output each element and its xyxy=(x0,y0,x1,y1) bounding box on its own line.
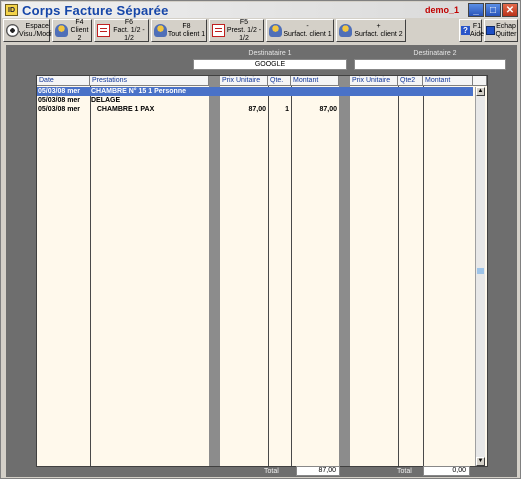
total-1-value: 87,00 xyxy=(296,466,340,476)
cell-prestation: CHAMBRE N° 15 1 Personne xyxy=(91,88,186,95)
app-icon: ID xyxy=(5,4,18,16)
destinataire-2-label: Destinataire 2 xyxy=(413,50,457,57)
close-icon: ✕ xyxy=(505,4,515,16)
button-label-key: + xyxy=(376,22,381,30)
button-label-key: - xyxy=(306,22,309,30)
button-label-key: F4 xyxy=(75,18,84,26)
help-button[interactable]: ? F1 Aide xyxy=(459,19,485,42)
invoice-panel: Destinataire 1 GOOGLE Destinataire 2 Dat… xyxy=(6,45,517,477)
cell-date: 05/03/08 mer xyxy=(38,88,81,95)
surfact-client-2-button[interactable]: + Surfact. client 2 xyxy=(336,19,406,42)
column-header-filler xyxy=(473,76,487,86)
column-header-montant[interactable]: Montant xyxy=(291,76,339,86)
button-label-key: Espace xyxy=(25,22,49,30)
vertical-scrollbar[interactable]: ▲ ▼ xyxy=(475,87,485,466)
total-1-label: Total xyxy=(264,468,279,475)
button-label-text: Aide xyxy=(470,30,485,38)
help-icon: ? xyxy=(461,26,470,35)
scroll-thumb[interactable] xyxy=(477,268,484,274)
person-icon xyxy=(269,24,282,37)
button-label-text: Prest. 1/2 - 1/2 xyxy=(226,26,262,42)
column-divider xyxy=(268,86,269,466)
prest-half-button[interactable]: F5 Prest. 1/2 - 1/2 xyxy=(209,19,264,42)
column-divider xyxy=(90,86,91,466)
espace-visu-modif-button[interactable]: Espace Visu./Modif. xyxy=(3,19,55,42)
minimize-button[interactable]: _ xyxy=(468,3,484,17)
tout-client-1-button[interactable]: F8 Tout client 1 xyxy=(151,19,207,42)
cell-prix: 87,00 xyxy=(248,106,266,113)
cell-prestation: CHAMBRE 1 PAX xyxy=(91,106,155,113)
scroll-up-button[interactable]: ▲ xyxy=(476,87,485,96)
button-label-text: Surfact. client 2 xyxy=(354,30,403,38)
close-button[interactable]: ✕ xyxy=(502,3,518,17)
cell-prestation: DELAGE xyxy=(91,97,121,104)
column-header-montant-2[interactable]: Montant xyxy=(423,76,473,86)
table-row[interactable]: 05/03/08 mer CHAMBRE N° 15 1 Personne xyxy=(37,87,473,96)
scroll-down-button[interactable]: ▼ xyxy=(476,457,485,466)
button-label-text: Fact. 1/2 - 1/2 xyxy=(113,26,145,42)
button-label-text: Visu./Modif. xyxy=(19,30,56,38)
total-2-value: 0,00 xyxy=(423,466,470,476)
button-label-key: F8 xyxy=(182,22,191,30)
destinataire-1-label: Destinataire 1 xyxy=(248,50,292,57)
current-user: demo_1 xyxy=(424,5,459,15)
button-label-key: F6 xyxy=(124,18,134,26)
button-label-text: Surfact. client 1 xyxy=(283,30,332,38)
column-header-qte[interactable]: Qte. xyxy=(268,76,291,86)
button-label-text: Quitter xyxy=(495,30,517,38)
destinataire-2-field[interactable] xyxy=(354,59,506,70)
cell-date: 05/03/08 mer xyxy=(38,106,81,113)
maximize-button[interactable]: □ xyxy=(485,3,501,17)
arrow-down-icon: ▼ xyxy=(477,458,484,464)
button-label-text: Client 2 xyxy=(70,26,89,42)
maximize-icon: □ xyxy=(489,4,497,16)
invoice-lines-table: Date Prestations Prix Unitaire Qte. Mont… xyxy=(36,75,488,467)
column-separator-band xyxy=(209,76,220,466)
person-icon xyxy=(55,24,68,37)
exit-icon xyxy=(486,26,495,35)
column-header-prix-unitaire-2[interactable]: Prix Unitaire xyxy=(350,76,398,86)
column-header-prix-unitaire[interactable]: Prix Unitaire xyxy=(220,76,268,86)
button-label-text: Tout client 1 xyxy=(167,30,206,38)
cell-date: 05/03/08 mer xyxy=(38,97,81,104)
window-title: Corps Facture Séparée xyxy=(22,2,169,18)
arrow-up-icon: ▲ xyxy=(477,88,484,94)
column-divider xyxy=(291,86,292,466)
quit-button[interactable]: Echap Quitter xyxy=(484,19,518,42)
fact-half-button[interactable]: F6 Fact. 1/2 - 1/2 xyxy=(94,19,149,42)
cell-qte: 1 xyxy=(285,106,289,113)
person-icon xyxy=(154,24,167,37)
client-2-button[interactable]: F4 Client 2 xyxy=(52,19,92,42)
invoice-icon xyxy=(97,24,110,37)
person-icon xyxy=(339,24,352,37)
main-window: ID Corps Facture Séparée demo_1 _ □ ✕ Es… xyxy=(0,0,521,479)
column-divider xyxy=(398,86,399,466)
destinataire-1-field[interactable]: GOOGLE xyxy=(193,59,347,70)
button-label-key: F5 xyxy=(239,18,249,26)
button-label-key: Echap xyxy=(496,22,516,30)
column-header-qte2[interactable]: Qte2 xyxy=(398,76,423,86)
button-label-key: F1 xyxy=(472,22,482,30)
title-bar: ID Corps Facture Séparée demo_1 _ □ ✕ xyxy=(2,2,520,18)
minimize-icon: _ xyxy=(473,4,479,16)
column-header-prestations[interactable]: Prestations xyxy=(90,76,209,86)
surfact-client-1-button[interactable]: - Surfact. client 1 xyxy=(266,19,334,42)
table-row[interactable]: 05/03/08 mer CHAMBRE 1 PAX 87,00 1 87,00 xyxy=(37,105,473,114)
column-divider xyxy=(423,86,424,466)
total-2-label: Total xyxy=(397,468,412,475)
column-separator-band xyxy=(339,76,350,466)
cell-montant: 87,00 xyxy=(319,106,337,113)
table-row[interactable]: 05/03/08 mer DELAGE xyxy=(37,96,473,105)
eye-icon xyxy=(6,24,19,37)
toolbar: Espace Visu./Modif. F4 Client 2 F6 Fact. 1/… xyxy=(2,19,520,43)
column-header-date[interactable]: Date xyxy=(37,76,90,86)
invoice-icon xyxy=(212,24,225,37)
